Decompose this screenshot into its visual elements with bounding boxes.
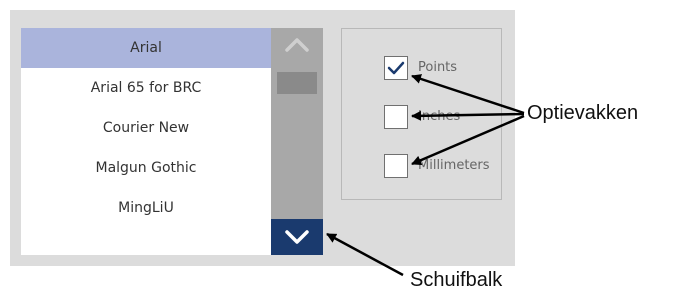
callout-label-optievakken: Optievakken <box>527 102 639 124</box>
callout-label-schuifbalk: Schuifbalk <box>410 269 503 291</box>
callout-arrow-scrollbar <box>326 232 404 277</box>
callout-arrow-inches <box>411 110 525 121</box>
callout-arrows <box>326 74 525 277</box>
callout-arrow-millimeters <box>411 114 525 166</box>
callout-arrow-points <box>411 74 525 115</box>
